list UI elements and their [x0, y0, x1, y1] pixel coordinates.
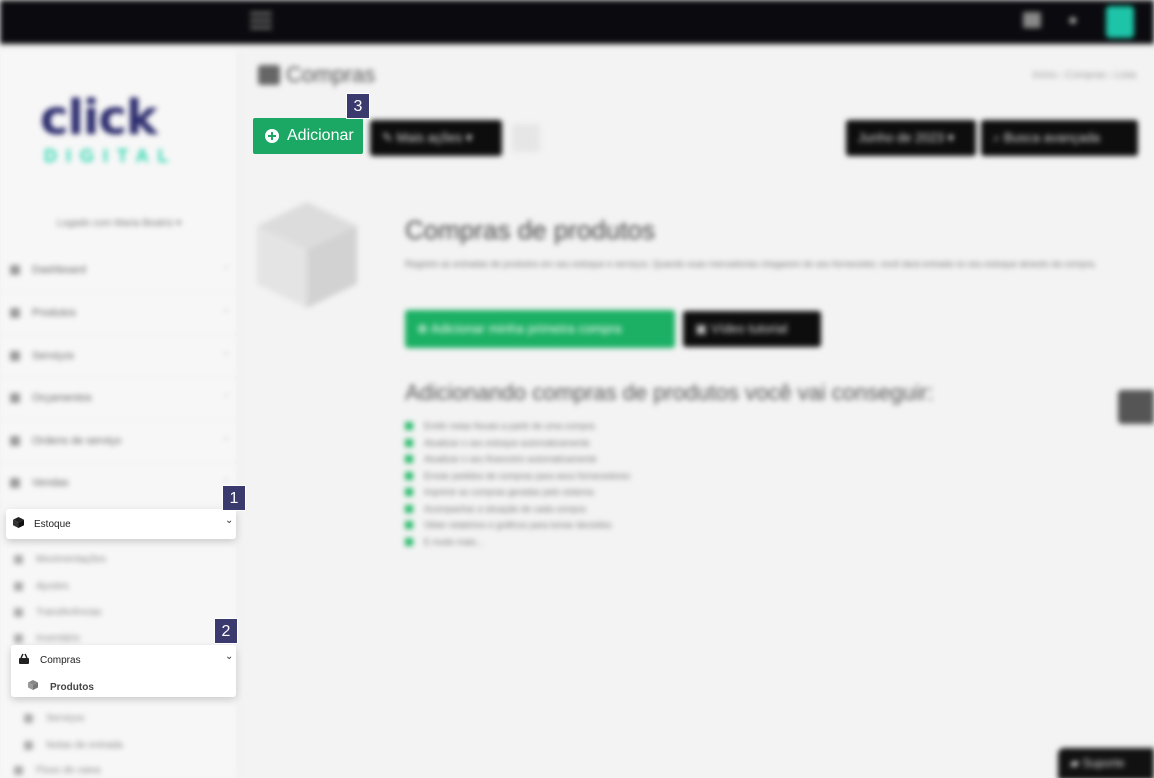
sidebar-item-dashboard[interactable]: Dashboard ›: [0, 250, 238, 292]
add-button[interactable]: Adicionar: [253, 118, 363, 154]
breadcrumb[interactable]: Início › Compras › Lista: [1033, 70, 1136, 81]
chevron-right-icon: ›: [224, 390, 228, 401]
advanced-search-button[interactable]: ⌕ Busca avançada: [981, 120, 1138, 156]
sidebar-subitem-movimentacoes[interactable]: Movimentações: [0, 547, 238, 573]
chevron-right-icon: ›: [224, 305, 228, 316]
box-icon: [13, 517, 24, 528]
sidebar-item-label: Compras: [40, 655, 81, 666]
logo[interactable]: click DIGITAL: [40, 90, 200, 180]
check-icon: [405, 488, 413, 496]
video-tutorial-button[interactable]: ▣ Vídeo tutorial: [683, 311, 821, 347]
list-item: E muito mais...: [405, 534, 630, 551]
annotation-badge-1: 1: [222, 485, 246, 511]
cash-icon: [14, 766, 23, 775]
list-item: Imprimir as compras geradas pelo sistema: [405, 484, 630, 501]
tag-icon: [10, 308, 20, 318]
list-item: Obter relatórios e gráficos para tomar d…: [405, 517, 630, 534]
list-item: Atualizar o seu financeiro automaticamen…: [405, 451, 630, 468]
sidebar-item-servicos[interactable]: Serviços ›: [0, 336, 238, 378]
top-bar: ●: [0, 0, 1154, 44]
more-actions-button[interactable]: ✎ Mais ações ▾: [370, 120, 502, 156]
check-icon: [405, 521, 413, 529]
wrench-icon: [24, 714, 33, 723]
support-button[interactable]: ▰ Suporte: [1058, 748, 1154, 778]
sidebar-subitem-produtos[interactable]: Produtos: [11, 675, 236, 697]
list-item: Emitir notas fiscais a partir de uma com…: [405, 418, 630, 435]
chat-icon: ▰: [1070, 756, 1083, 770]
box-illustration-icon: [257, 202, 357, 308]
wrench-icon: [10, 351, 20, 361]
plus-circle-icon: ⊕: [417, 321, 431, 336]
search-icon: ⌕: [993, 130, 1004, 145]
hamburger-icon[interactable]: [250, 12, 272, 30]
sidebar-subitem-label: Produtos: [50, 682, 94, 693]
chevron-right-icon: ›: [224, 433, 228, 444]
logged-in-user[interactable]: Logado com Maria Beatriz ▾: [0, 218, 238, 229]
check-icon: [405, 455, 413, 463]
benefits-list: Emitir notas fiscais a partir de uma com…: [405, 418, 630, 550]
sidebar-subitem-compras-servicos[interactable]: Serviços: [10, 706, 248, 732]
chevron-right-icon: ›: [224, 262, 228, 273]
sidebar-item-ordens-servico[interactable]: Ordens de serviço ›: [0, 421, 238, 463]
check-icon: [405, 422, 413, 430]
sidebar-subitem-transferencias[interactable]: Transferências: [0, 600, 238, 626]
annotation-badge-3: 3: [346, 93, 370, 119]
check-icon: [405, 438, 413, 447]
basket-icon: [258, 65, 280, 85]
sidebar-subitem-notas-entrada[interactable]: Notas de entrada: [10, 733, 248, 759]
settings-float-button[interactable]: [1118, 390, 1154, 424]
list-item: Acompanhar a situação de cada compra: [405, 501, 630, 518]
basket-icon: [19, 653, 29, 664]
list-item: Atualizar o seu estoque automaticamente: [405, 435, 630, 452]
chevron-right-icon: ›: [224, 348, 228, 359]
sidebar-item-fluxo-caixa[interactable]: Fluxo de caixa: [0, 758, 238, 778]
period-filter-button[interactable]: Junho de 2023 ▾: [846, 120, 976, 156]
sidebar-item-vendas[interactable]: Vendas ›: [0, 463, 238, 505]
chevron-down-icon: ⌄: [225, 651, 234, 662]
check-icon: [405, 471, 413, 480]
grid-view-icon[interactable]: [512, 124, 540, 152]
sidebar-item-compras[interactable]: Compras ⌄ Produtos: [11, 645, 236, 697]
benefits-title: Adicionando compras de produtos você vai…: [405, 380, 934, 405]
add-first-purchase-button[interactable]: ⊕ Adicionar minha primeira compra: [405, 310, 675, 348]
sidebar-item-label: Estoque: [34, 519, 71, 530]
sliders-icon: [14, 582, 23, 591]
hero-title: Compras de produtos: [405, 215, 656, 245]
clipboard-icon: [10, 436, 20, 446]
check-icon: [405, 537, 413, 546]
home-icon: [10, 265, 20, 275]
annotation-badge-2: 2: [214, 618, 238, 644]
grid-icon[interactable]: [1023, 12, 1041, 28]
hero-description: Registre as entradas de produtos em seu …: [405, 259, 1097, 269]
sidebar-item-orcamentos[interactable]: Orçamentos ›: [0, 378, 238, 420]
sidebar-subitem-ajustes[interactable]: Ajustes: [0, 574, 238, 600]
cart-icon: [10, 478, 20, 488]
file-icon: [24, 741, 33, 750]
plus-circle-icon: [265, 129, 279, 143]
gear-icon: ✎: [382, 130, 397, 145]
chevron-down-icon: ⌄: [225, 515, 234, 526]
exchange-icon: [14, 608, 23, 617]
sidebar-item-estoque[interactable]: Estoque ⌄: [6, 509, 236, 539]
page-title: Compras: [258, 62, 375, 88]
arrows-icon: [14, 555, 23, 564]
user-avatar-icon[interactable]: [1106, 6, 1134, 38]
check-icon: [405, 504, 413, 513]
cube-icon: [28, 680, 38, 690]
video-icon: ▣: [695, 321, 711, 336]
list-icon: [14, 634, 23, 643]
bell-icon[interactable]: ●: [1068, 12, 1078, 30]
list-item: Enviar pedidos de compras para seus forn…: [405, 468, 630, 485]
sidebar-item-produtos[interactable]: Produtos ›: [0, 293, 238, 335]
file-icon: [10, 393, 20, 403]
